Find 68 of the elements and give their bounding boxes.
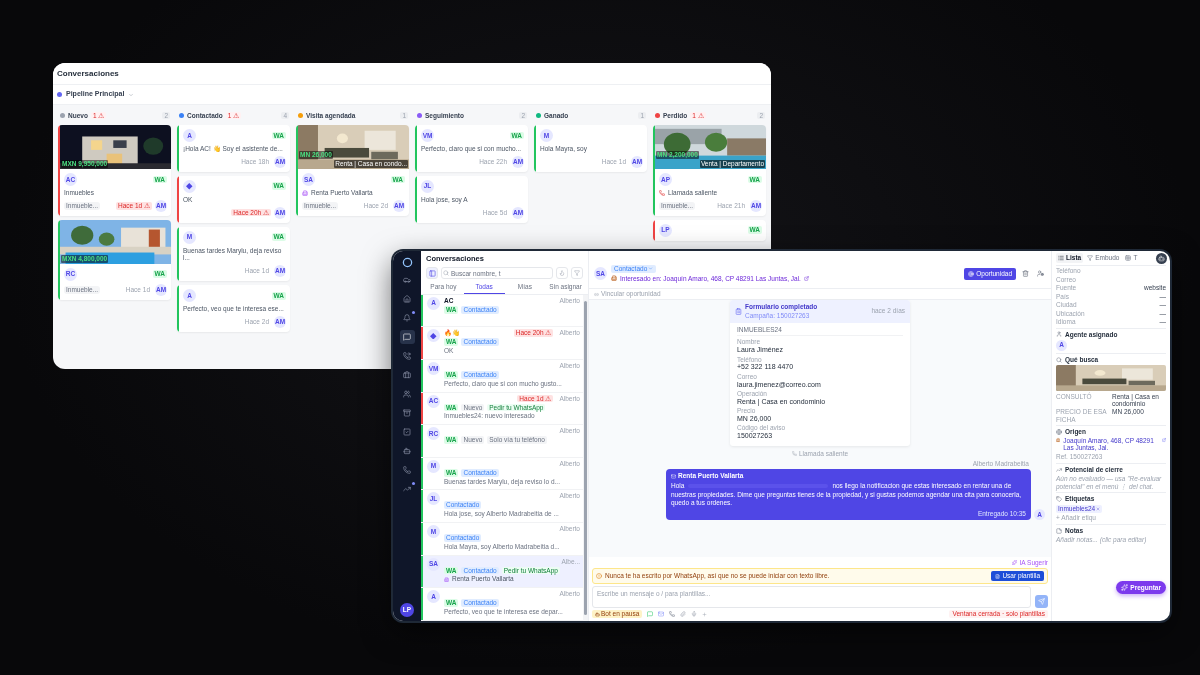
building-icon (611, 275, 617, 282)
search-icon (443, 270, 449, 276)
panel-icon (428, 269, 436, 277)
window-title: Conversaciones (57, 68, 119, 79)
sparkle-icon (1012, 560, 1018, 565)
bot-icon (595, 611, 600, 617)
plus-icon[interactable] (702, 611, 708, 617)
chevron-icon[interactable] (128, 91, 135, 98)
bell-icon (403, 314, 411, 322)
delete-button[interactable] (1020, 268, 1031, 279)
mail-icon (671, 473, 676, 479)
clipboard-icon (735, 307, 742, 315)
table-icon (1125, 255, 1132, 261)
attach-icon[interactable] (680, 611, 687, 618)
building-icon (444, 576, 449, 582)
phone-icon (791, 450, 797, 456)
search-icon (1056, 356, 1062, 363)
flame-icon (559, 270, 565, 276)
avatar-icon (427, 329, 440, 343)
chat-icon[interactable] (647, 611, 654, 618)
alert-icon (596, 573, 602, 580)
filter-button[interactable] (571, 267, 583, 279)
panel-button[interactable] (426, 267, 438, 279)
user-icon (1037, 270, 1044, 277)
document-icon (995, 573, 1001, 579)
mic-icon[interactable] (691, 611, 698, 618)
checkbox-icon (403, 428, 411, 436)
phone-icon (659, 189, 665, 196)
filter-icon (574, 270, 580, 276)
assistant-button[interactable] (1156, 253, 1167, 264)
chat-icon (403, 333, 411, 341)
building-icon (1056, 436, 1061, 443)
nav-button[interactable] (399, 330, 415, 344)
phone-forward-icon (403, 352, 411, 360)
home-icon (403, 295, 411, 303)
trend-icon (1056, 467, 1062, 474)
tag-icon (1056, 496, 1062, 503)
note-icon (1056, 527, 1062, 534)
target-icon (968, 270, 975, 277)
users-icon (403, 390, 411, 398)
send-button[interactable] (1035, 595, 1048, 609)
trash-icon (1022, 270, 1029, 277)
bot-icon (403, 447, 411, 455)
trend-icon (403, 485, 411, 493)
flame-button[interactable] (556, 267, 568, 279)
list-icon (1058, 255, 1064, 261)
bot-icon (1158, 255, 1165, 262)
chevron-icon (648, 266, 654, 272)
funnel-icon (1087, 255, 1094, 261)
sparkle-icon (1121, 584, 1129, 591)
avatar-icon (183, 179, 196, 193)
user-icon (1056, 331, 1062, 338)
close-icon[interactable] (1096, 506, 1101, 511)
globe-icon (1056, 428, 1062, 435)
phone-icon (403, 466, 411, 474)
archive-icon (403, 409, 411, 417)
briefcase-icon (403, 371, 411, 379)
building-icon (302, 189, 308, 196)
external-link-icon[interactable] (803, 275, 809, 281)
car-icon (403, 276, 411, 284)
phone-icon[interactable] (669, 611, 676, 618)
scrollbar[interactable] (583, 294, 588, 621)
external-link-icon[interactable] (1161, 436, 1166, 443)
link-icon (594, 291, 599, 297)
send-icon (1038, 598, 1045, 606)
logo-icon (401, 257, 413, 268)
mail-icon[interactable] (658, 611, 665, 618)
assign-button[interactable] (1035, 268, 1046, 279)
